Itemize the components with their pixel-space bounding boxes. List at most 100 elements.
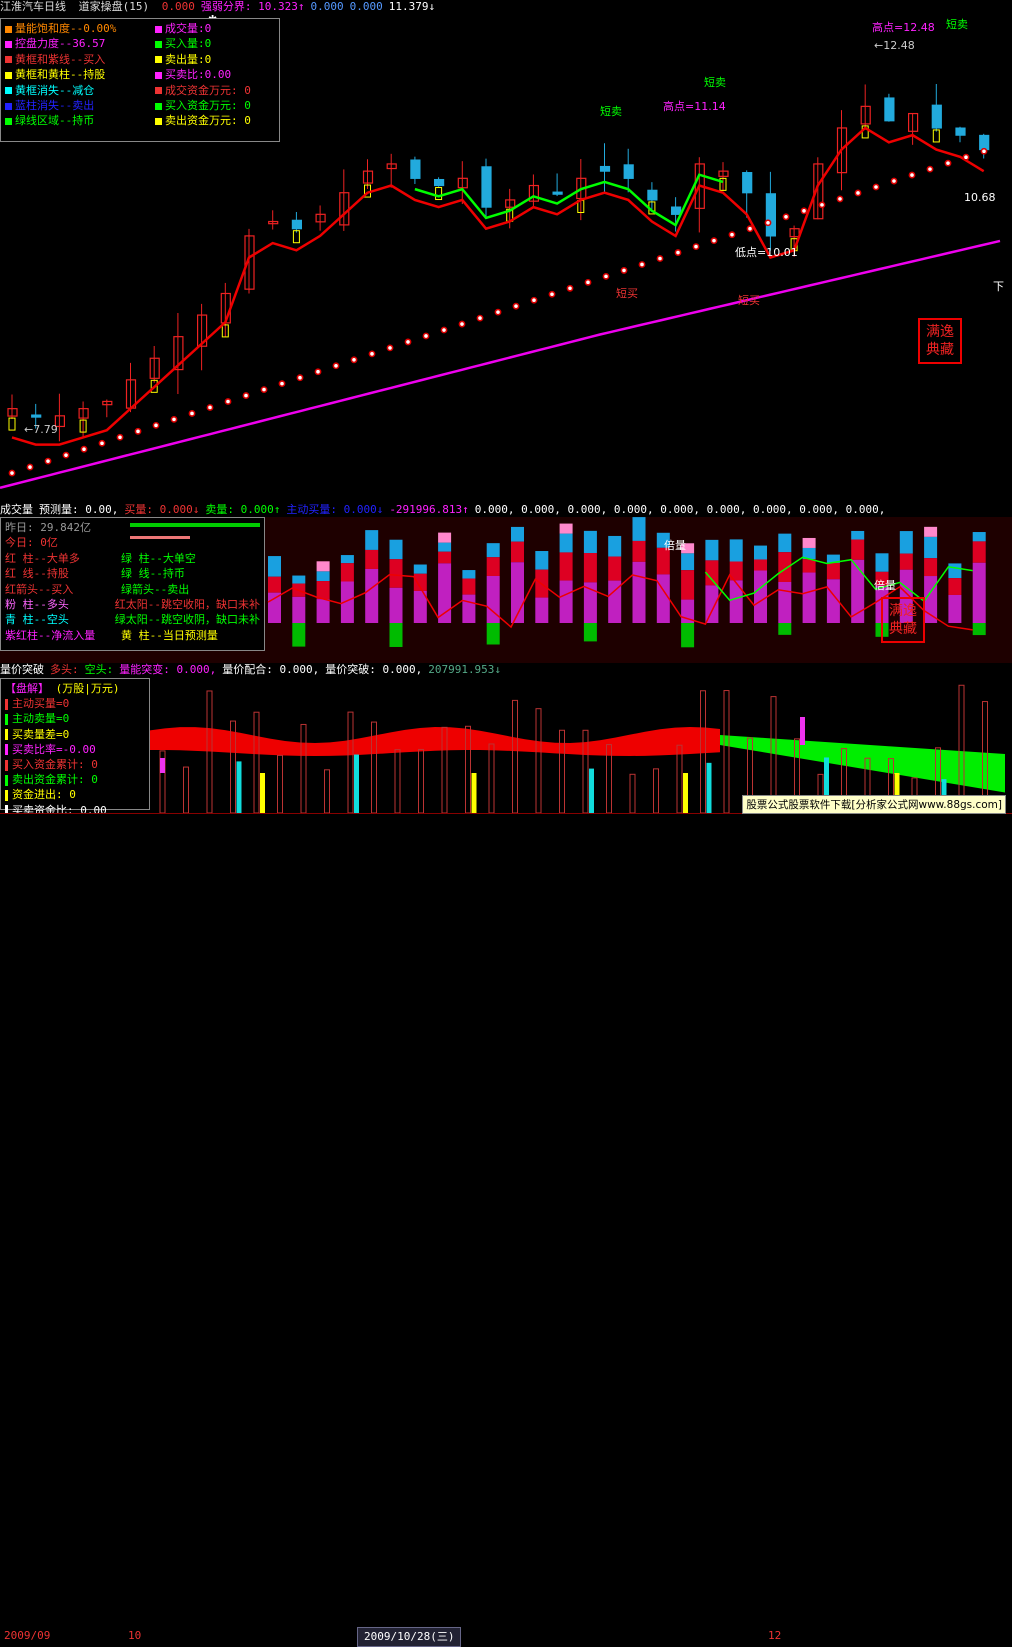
legend-left-item-1: 控盘力度--36.57 xyxy=(5,36,155,51)
money-magenta-bar xyxy=(800,717,805,745)
vol-legend-row-0: 红 柱--大单多绿 柱--大单空 xyxy=(5,551,196,565)
date-axis[interactable]: 2009/09 10 2009/10/28(三) 12 xyxy=(0,813,1012,1647)
vol-header-item-6: 0.000, 0.000, 0.000, 0.000, 0.000, 0.000… xyxy=(474,503,886,516)
sar-dot xyxy=(62,451,70,459)
sar-dot xyxy=(944,159,952,167)
sar-dot xyxy=(170,416,178,423)
vol-legend-row-5: 紫红柱--净流入量黄 柱--当日预测量 xyxy=(5,628,218,642)
candle-body xyxy=(31,414,42,418)
bar-purple xyxy=(778,581,792,623)
sar-dot xyxy=(584,278,592,286)
sar-dot xyxy=(152,421,160,429)
bar-purple xyxy=(268,592,281,623)
money-legend-row-5: 卖出资金累计: 0 xyxy=(5,772,145,787)
money-legend-row-6: 资金进出: 0 xyxy=(5,787,145,802)
candle-body xyxy=(742,172,753,194)
bar-purple xyxy=(316,599,330,623)
date-start: 2009/09 xyxy=(4,1629,51,1642)
bar-red xyxy=(365,549,379,569)
bar-red xyxy=(316,581,330,600)
money-flow-panel[interactable]: 量价突破 多头: 空头: 量能突变: 0.000, 量价配合: 0.000, 量价突破: … xyxy=(0,663,1012,813)
money-outline-bar xyxy=(347,711,354,813)
candle-body xyxy=(434,178,445,187)
sar-dot xyxy=(134,427,142,435)
sar-dot xyxy=(818,201,826,209)
sar-dot xyxy=(764,219,772,227)
main-price-panel[interactable]: 高点=12.48 ←12.48 高点=11.14 低点=10.01 ←7.79 10.68… xyxy=(0,0,1012,503)
money-header: 量价突破 多头: 空头: 量能突变: 0.000, 量价配合: 0.000, 量价突破: … xyxy=(0,663,513,677)
bar-cyan xyxy=(754,545,767,560)
money-outline-bar xyxy=(559,729,565,813)
sar-dot xyxy=(602,272,610,280)
bar-green xyxy=(292,623,306,647)
sar-dot xyxy=(314,368,322,376)
candle-body xyxy=(765,193,777,237)
ma-red-line xyxy=(11,126,985,446)
bar-cyan xyxy=(462,570,476,579)
bar-purple xyxy=(559,580,573,623)
bar-red xyxy=(899,553,913,570)
sar-dot xyxy=(296,374,304,382)
vol-legend-row-2: 红箭头--买入 绿箭头--卖出 xyxy=(5,582,190,596)
money-flow-chart[interactable] xyxy=(0,663,1012,813)
yellow-box-mark xyxy=(8,417,16,431)
ad-banner[interactable]: 股票公式股票软件下载[分析家公式网www.88gs.com] xyxy=(742,795,1006,814)
bar-cyan xyxy=(924,536,938,559)
bar-purple xyxy=(948,594,962,623)
bar-red xyxy=(681,570,695,600)
bar-red xyxy=(583,553,597,583)
sar-dot xyxy=(548,290,556,298)
legend-right-item-1: 买入量:0 xyxy=(155,36,275,51)
bar-purple xyxy=(705,585,719,623)
sar-dot xyxy=(206,404,214,411)
plenty-label: 倍量 xyxy=(874,578,896,592)
short-buy-label: 短买 xyxy=(738,293,760,307)
sar-dot xyxy=(368,350,376,358)
vol-header-item-2: 买量: 0.000↓ xyxy=(124,503,200,516)
bar-green xyxy=(583,623,597,642)
money-magenta-bar xyxy=(160,758,165,773)
panjie-title: 【盘解】 xyxy=(5,682,49,695)
bar-purple xyxy=(292,596,306,623)
candle-body xyxy=(291,219,302,230)
main-header: 江淮汽车日线 道家操盘(15) 0.000 强弱分界: 10.323↑ 0.000 0… xyxy=(0,0,447,14)
vol-header-item-0: 成交量 xyxy=(0,503,33,516)
bar-cyan xyxy=(972,532,986,542)
sar-dot xyxy=(872,183,880,191)
money-legend-row-7: 买卖资金比: 0.00 xyxy=(5,803,145,813)
money-cyan-bar xyxy=(706,762,712,813)
yellow-box-mark xyxy=(932,129,940,143)
money-yellow-bar xyxy=(471,773,477,813)
volume-panel[interactable]: 倍量 倍量 成交量 预测量: 0.00, 买量: 0.000↓ 卖量: 0.000↑ 主动… xyxy=(0,503,1012,663)
bar-red xyxy=(340,563,354,582)
main-header-item-0: 0.000 xyxy=(161,0,195,13)
bar-purple xyxy=(535,597,549,623)
bar-cyan xyxy=(535,551,549,570)
high-arrow-label: ←12.48 xyxy=(874,39,915,52)
bar-red xyxy=(754,559,767,571)
candle-body xyxy=(979,134,990,151)
vol-legend-row-4: 青 柱--空头 绿太阳--跳空收阴，缺口未补 xyxy=(5,613,260,627)
sar-dot xyxy=(656,255,664,262)
vol-header-item-5: -291996.813↑ xyxy=(389,503,469,516)
stock-title: 江淮汽车日线 xyxy=(0,0,66,13)
bar-cyan xyxy=(268,556,281,577)
sar-dot xyxy=(530,296,538,304)
bar-cyan xyxy=(851,530,865,540)
money-outline-bar xyxy=(653,768,659,813)
sar-dot xyxy=(566,284,574,292)
sar-dot xyxy=(26,463,34,471)
candle-body xyxy=(410,159,421,179)
money-header-item-5: 量价突破: 0.000, xyxy=(325,663,423,676)
bar-green xyxy=(972,623,986,636)
sar-dot xyxy=(854,189,862,197)
sar-dot xyxy=(386,344,394,352)
sar-dot xyxy=(908,171,916,179)
low-left-label: ←7.79 xyxy=(24,423,58,436)
money-outline-bar xyxy=(206,690,213,813)
sar-dot xyxy=(620,267,628,274)
sar-dot xyxy=(458,320,466,328)
bar-green xyxy=(486,623,500,645)
bar-pink-cap xyxy=(802,537,816,548)
bar-purple xyxy=(754,570,767,623)
